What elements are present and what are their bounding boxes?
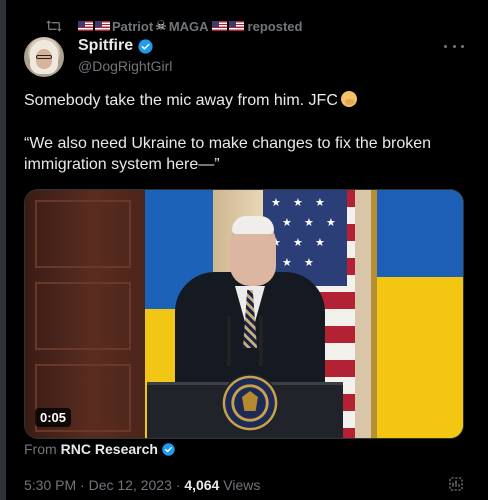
- video-scene-panel: [35, 200, 131, 268]
- repost-user-name[interactable]: Patriot: [112, 19, 153, 34]
- post-meta: 5:30 PM · Dec 12, 2023 · 4,064 Views: [24, 477, 260, 493]
- media-source-label: From: [24, 441, 57, 457]
- star-icon: ★: [326, 217, 336, 229]
- us-flag-emoji: [78, 21, 93, 31]
- video-player[interactable]: ★ ★ ★ ★ ★ ★ ★ ★ ★ ★ ★ 0:05: [24, 189, 464, 439]
- media-source-name[interactable]: RNC Research: [61, 441, 158, 457]
- star-icon: ★: [315, 197, 325, 209]
- author-name[interactable]: Spitfire: [78, 37, 133, 55]
- star-icon: ★: [304, 257, 314, 269]
- face-palm-icon: [340, 91, 357, 107]
- star-icon: ★: [282, 217, 292, 229]
- video-scene-speaker-hair: [232, 216, 274, 234]
- star-icon: ★: [315, 237, 325, 249]
- video-scene-ukraine-flag: [377, 190, 463, 438]
- star-icon: ★: [293, 237, 303, 249]
- view-count: 4,064: [184, 477, 220, 493]
- post-text-line1: Somebody take the mic away from him. JFC: [24, 90, 464, 111]
- video-scene-microphone: [259, 316, 263, 366]
- post-text-1: Somebody take the mic away from him. JFC: [24, 92, 338, 109]
- us-flag-emoji: [95, 21, 110, 31]
- analytics-icon[interactable]: [447, 475, 465, 493]
- view-label: Views: [219, 477, 261, 493]
- verified-badge-icon: [138, 38, 153, 54]
- author-handle[interactable]: @DogRightGirl: [78, 58, 172, 74]
- avatar-glasses: [36, 55, 52, 59]
- video-scene-microphone: [227, 316, 231, 366]
- repost-context[interactable]: Patriot ☠ MAGA reposted: [46, 17, 302, 35]
- video-scene-panel: [35, 282, 131, 350]
- avatar-face: [36, 49, 52, 69]
- more-options-icon[interactable]: [444, 38, 464, 54]
- skull-crossbones-icon: ☠: [155, 18, 167, 33]
- presidential-seal-icon: [221, 374, 279, 432]
- star-icon: ★: [282, 257, 292, 269]
- post-card[interactable]: Patriot ☠ MAGA reposted Spitfire @DogRig…: [6, 0, 488, 500]
- star-icon: ★: [271, 197, 281, 209]
- author-name-row[interactable]: Spitfire: [78, 37, 154, 55]
- us-flag-emoji: [211, 21, 227, 31]
- repost-user-name-part2[interactable]: MAGA: [169, 19, 209, 34]
- avatar[interactable]: [24, 37, 64, 77]
- video-scene-wood-wall: [25, 190, 149, 438]
- media-source-row[interactable]: From RNC Research: [24, 441, 176, 457]
- repost-label: reposted: [247, 18, 303, 34]
- star-icon: ★: [293, 197, 303, 209]
- us-flag-emoji: [228, 21, 244, 31]
- post-text-quote: “We also need Ukraine to make changes to…: [24, 135, 432, 173]
- post-timestamp[interactable]: 5:30 PM · Dec 12, 2023 ·: [24, 477, 184, 493]
- video-time-badge: 0:05: [35, 408, 72, 427]
- verified-badge-icon: [162, 442, 175, 456]
- repost-icon: [46, 18, 62, 34]
- star-icon: ★: [304, 217, 314, 229]
